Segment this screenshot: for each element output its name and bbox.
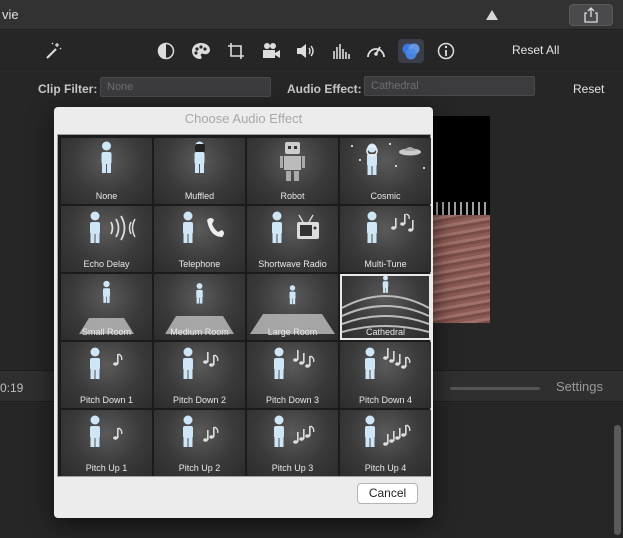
speaker-icon[interactable] [294, 39, 318, 63]
effect-tile-pitch-down-2[interactable]: Pitch Down 2 [154, 342, 245, 408]
effect-label: Pitch Up 1 [85, 463, 128, 473]
imovie-window: vie Reset All Clip Filter: None Audio Ef… [0, 0, 623, 538]
audio-effect-label: Audio Effect: [287, 82, 362, 96]
title-bar: vie [0, 0, 623, 30]
effect-tile-multi-tune[interactable]: Multi-Tune [340, 206, 431, 272]
effect-label: Small Room [81, 327, 131, 337]
effect-label: None [95, 191, 118, 201]
timecode: 0:19 [0, 381, 24, 395]
effect-label: Pitch Down 4 [358, 395, 413, 405]
effect-label: Muffled [184, 191, 215, 201]
effect-tile-medium-room[interactable]: Medium Room [154, 274, 245, 340]
effect-tile-pitch-up-3[interactable]: Pitch Up 3 [247, 410, 338, 476]
effect-label: Pitch Down 1 [79, 395, 134, 405]
effect-tile-large-room[interactable]: Large Room [247, 274, 338, 340]
effect-tile-cathedral[interactable]: Cathedral [340, 274, 431, 340]
effect-tile-pitch-up-4[interactable]: Pitch Up 4 [340, 410, 431, 476]
effect-label: Medium Room [170, 327, 229, 337]
preview-figures [430, 202, 490, 216]
speedometer-icon[interactable] [364, 39, 388, 63]
effect-tile-none[interactable]: None [61, 138, 152, 204]
vertical-scrollbar[interactable] [614, 425, 621, 535]
preview-ground [430, 215, 490, 323]
effect-tile-pitch-down-4[interactable]: Pitch Down 4 [340, 342, 431, 408]
zoom-slider-track[interactable] [450, 387, 540, 390]
toolbar: Reset All [0, 31, 623, 71]
color-balance-icon[interactable] [154, 39, 178, 63]
effect-label: Pitch Up 3 [271, 463, 314, 473]
effect-tile-robot[interactable]: Robot [247, 138, 338, 204]
choose-audio-effect-dialog: Choose Audio Effect None Muffled Robot C… [54, 107, 433, 518]
effect-label: Multi-Tune [364, 259, 407, 269]
filter-row: Clip Filter: None Audio Effect: Cathedra… [0, 72, 623, 106]
effect-label: Shortwave Radio [258, 259, 327, 269]
zoom-slider-thumb[interactable] [486, 10, 498, 20]
equalizer-icon[interactable] [329, 39, 353, 63]
effect-label: Cathedral [365, 327, 406, 337]
effect-label: Robot [280, 191, 305, 201]
window-title: vie [2, 7, 19, 22]
effect-label: Echo Delay [83, 259, 130, 269]
crop-icon[interactable] [224, 39, 248, 63]
audio-effect-field[interactable]: Cathedral [364, 76, 535, 96]
effect-tile-pitch-up-2[interactable]: Pitch Up 2 [154, 410, 245, 476]
clip-filter-field[interactable]: None [100, 77, 271, 97]
effects-grid: None Muffled Robot Cosmic Echo Delay Tel… [61, 138, 431, 476]
effect-label: Pitch Down 3 [265, 395, 320, 405]
reset-all-button[interactable]: Reset All [512, 43, 559, 57]
effect-tile-pitch-down-1[interactable]: Pitch Down 1 [61, 342, 152, 408]
effect-label: Cosmic [370, 191, 401, 201]
palette-icon[interactable] [189, 39, 213, 63]
clip-filter-label: Clip Filter: [38, 82, 98, 96]
effect-tile-pitch-down-3[interactable]: Pitch Down 3 [247, 342, 338, 408]
video-preview [430, 116, 490, 323]
effect-label: Pitch Up 4 [364, 463, 407, 473]
effect-tile-telephone[interactable]: Telephone [154, 206, 245, 272]
dialog-title: Choose Audio Effect [184, 111, 303, 126]
cancel-button[interactable]: Cancel [357, 483, 418, 504]
effect-tile-echo-delay[interactable]: Echo Delay [61, 206, 152, 272]
effect-tile-muffled[interactable]: Muffled [154, 138, 245, 204]
effect-tile-small-room[interactable]: Small Room [61, 274, 152, 340]
reset-button[interactable]: Reset [573, 82, 604, 96]
effect-label: Pitch Down 2 [172, 395, 227, 405]
filter-circles-icon[interactable] [398, 39, 424, 63]
effect-tile-cosmic[interactable]: Cosmic [340, 138, 431, 204]
effect-label: Pitch Up 2 [178, 463, 221, 473]
magic-wand-icon[interactable] [41, 39, 65, 63]
effect-label: Telephone [178, 259, 221, 269]
effects-grid-frame: None Muffled Robot Cosmic Echo Delay Tel… [57, 134, 431, 477]
effect-tile-pitch-up-1[interactable]: Pitch Up 1 [61, 410, 152, 476]
effect-tile-shortwave-radio[interactable]: Shortwave Radio [247, 206, 338, 272]
info-icon[interactable] [434, 39, 458, 63]
share-icon [584, 7, 598, 23]
video-camera-icon[interactable] [259, 39, 283, 63]
share-button[interactable] [569, 4, 613, 26]
settings-button[interactable]: Settings [556, 379, 603, 394]
effect-label: Large Room [267, 327, 318, 337]
